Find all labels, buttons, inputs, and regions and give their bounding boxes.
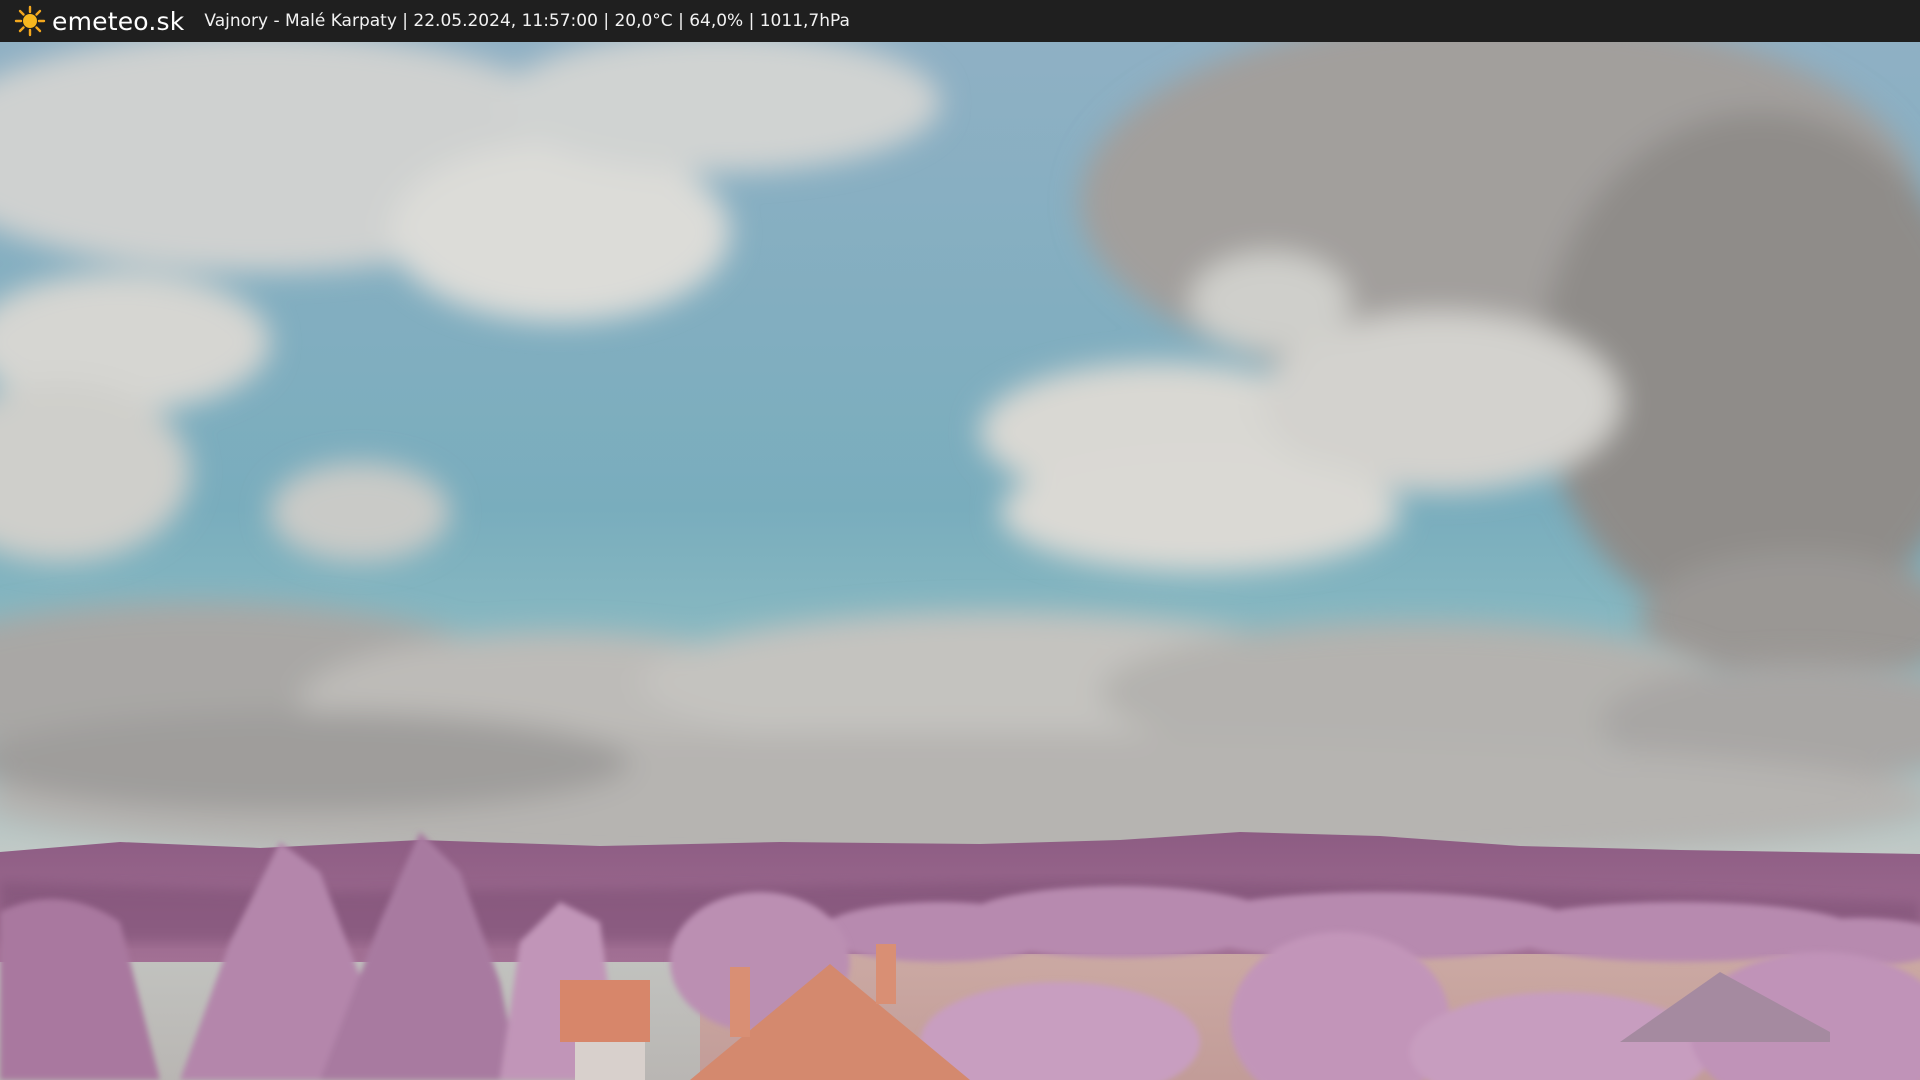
lower-clouds (0, 602, 1920, 872)
top-bar: emeteo.sk Vajnory - Malé Karpaty | 22.05… (0, 0, 1920, 42)
sun-icon (14, 5, 46, 37)
site-logo[interactable]: emeteo.sk (14, 5, 184, 37)
station-info: Vajnory - Malé Karpaty | 22.05.2024, 11:… (204, 11, 850, 31)
webcam-image (0, 42, 1920, 1080)
site-name: emeteo.sk (52, 6, 185, 36)
